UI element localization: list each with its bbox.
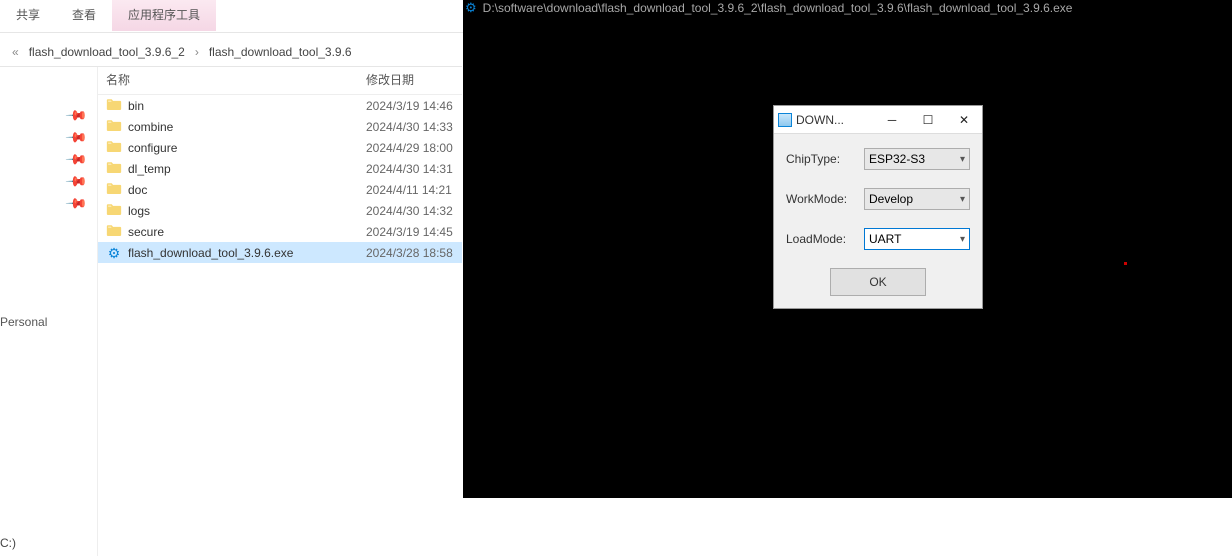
minimize-button[interactable]: ─ <box>874 106 910 133</box>
chevron-down-icon: ▾ <box>960 154 965 165</box>
loadmode-label: LoadMode: <box>786 232 864 246</box>
explorer-body: 📌 📌 📌 📌 📌 Personal C:) 名称 修改日期 bin 2024/3… <box>0 66 462 556</box>
chevron-right-icon: › <box>191 45 203 59</box>
loadmode-value: UART <box>869 232 901 246</box>
tab-view[interactable]: 查看 <box>56 0 112 31</box>
sidebar-personal[interactable]: Personal <box>0 315 47 329</box>
console-title-text: D:\software\download\flash_download_tool… <box>483 1 1073 15</box>
file-name: doc <box>128 183 147 197</box>
app-icon <box>778 113 792 127</box>
file-name: configure <box>128 141 177 155</box>
folder-icon <box>106 161 128 177</box>
gear-icon: ⚙ <box>465 0 477 16</box>
file-date: 2024/4/30 14:32 <box>366 204 462 218</box>
tab-app-tools[interactable]: 应用程序工具 <box>112 0 216 31</box>
list-row[interactable]: dl_temp 2024/4/30 14:31 <box>98 158 462 179</box>
red-dot <box>1124 262 1127 265</box>
explorer-toolbar: 共享 查看 应用程序工具 <box>0 0 470 33</box>
list-row[interactable]: secure 2024/3/19 14:45 <box>98 221 462 242</box>
list-row[interactable]: bin 2024/3/19 14:46 <box>98 95 462 116</box>
console-titlebar[interactable]: ⚙ D:\software\download\flash_download_to… <box>463 0 1232 16</box>
file-name: flash_download_tool_3.9.6.exe <box>128 246 293 260</box>
pin-icon: 📌 <box>64 125 88 149</box>
tab-share[interactable]: 共享 <box>0 0 56 31</box>
list-header[interactable]: 名称 修改日期 <box>98 67 462 95</box>
maximize-button[interactable]: ☐ <box>910 106 946 133</box>
file-date: 2024/4/29 18:00 <box>366 141 462 155</box>
chevron-down-icon: ▾ <box>960 234 965 245</box>
chiptype-label: ChipType: <box>786 152 864 166</box>
ok-button[interactable]: OK <box>830 268 926 296</box>
header-name[interactable]: 名称 <box>106 71 366 88</box>
dialog-titlebar[interactable]: DOWN... ─ ☐ ✕ <box>774 106 982 134</box>
chiptype-value: ESP32-S3 <box>869 152 925 166</box>
gear-icon: ⚙ <box>106 245 122 261</box>
list-row[interactable]: logs 2024/4/30 14:32 <box>98 200 462 221</box>
list-row[interactable]: configure 2024/4/29 18:00 <box>98 137 462 158</box>
file-date: 2024/3/28 18:58 <box>366 246 462 260</box>
loadmode-select[interactable]: UART ▾ <box>864 228 970 250</box>
sidebar-drive[interactable]: C:) <box>0 536 16 550</box>
folder-icon <box>106 182 128 198</box>
download-dialog: DOWN... ─ ☐ ✕ ChipType: ESP32-S3 ▾ WorkM… <box>773 105 983 309</box>
dialog-title: DOWN... <box>796 113 874 127</box>
file-name: bin <box>128 99 144 113</box>
folder-icon <box>106 224 128 240</box>
workmode-label: WorkMode: <box>786 192 864 206</box>
file-name: secure <box>128 225 164 239</box>
file-date: 2024/3/19 14:45 <box>366 225 462 239</box>
folder-icon <box>106 203 128 219</box>
folder-icon <box>106 140 128 156</box>
folder-icon <box>106 98 128 114</box>
breadcrumb-prefix: « <box>8 45 23 59</box>
dialog-body: ChipType: ESP32-S3 ▾ WorkMode: Develop ▾… <box>774 134 982 308</box>
file-name: combine <box>128 120 173 134</box>
file-date: 2024/3/19 14:46 <box>366 99 462 113</box>
header-date[interactable]: 修改日期 <box>366 71 462 88</box>
chevron-down-icon: ▾ <box>960 194 965 205</box>
breadcrumb-item[interactable]: flash_download_tool_3.9.6_2 <box>23 45 191 59</box>
workmode-select[interactable]: Develop ▾ <box>864 188 970 210</box>
file-name: dl_temp <box>128 162 171 176</box>
file-list: 名称 修改日期 bin 2024/3/19 14:46 combine 2024/4/… <box>98 67 462 556</box>
pin-icon: 📌 <box>64 103 88 127</box>
pin-icon: 📌 <box>64 147 88 171</box>
file-name: logs <box>128 204 150 218</box>
pin-icon: 📌 <box>64 191 88 215</box>
list-row[interactable]: ⚙ flash_download_tool_3.9.6.exe 2024/3/28 … <box>98 242 462 263</box>
breadcrumb-item[interactable]: flash_download_tool_3.9.6 <box>203 45 358 59</box>
explorer-sidebar: 📌 📌 📌 📌 📌 Personal C:) <box>0 67 98 556</box>
file-date: 2024/4/30 14:33 <box>366 120 462 134</box>
folder-icon <box>106 119 128 135</box>
pin-icon: 📌 <box>64 169 88 193</box>
workmode-value: Develop <box>869 192 913 206</box>
chiptype-select[interactable]: ESP32-S3 ▾ <box>864 148 970 170</box>
list-row[interactable]: doc 2024/4/11 14:21 <box>98 179 462 200</box>
file-date: 2024/4/30 14:31 <box>366 162 462 176</box>
close-button[interactable]: ✕ <box>946 106 982 133</box>
file-date: 2024/4/11 14:21 <box>366 183 462 197</box>
list-row[interactable]: combine 2024/4/30 14:33 <box>98 116 462 137</box>
